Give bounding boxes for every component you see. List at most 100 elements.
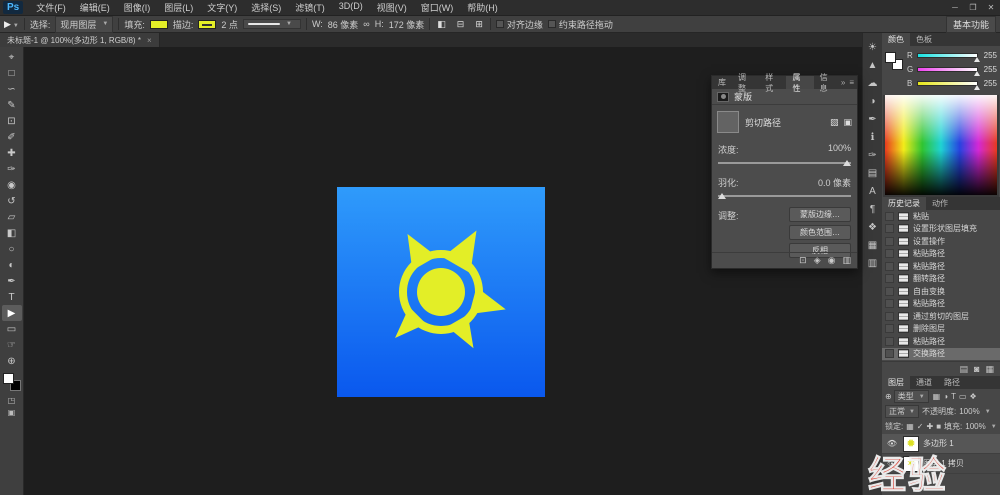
add-vector-mask-button[interactable]: ▣: [843, 117, 852, 128]
stroke-swatch[interactable]: [198, 20, 216, 29]
history-source-checkbox[interactable]: [885, 312, 894, 321]
restore-button[interactable]: ❐: [964, 2, 982, 13]
foreground-proxy-swatch[interactable]: [885, 52, 896, 63]
brush-tool[interactable]: ✑: [2, 161, 22, 177]
menu-select[interactable]: 选择(S): [244, 0, 288, 15]
history-source-checkbox[interactable]: [885, 324, 894, 333]
history-source-checkbox[interactable]: [885, 212, 894, 221]
history-source-checkbox[interactable]: [885, 249, 894, 258]
layer-filter-search-icon[interactable]: ⊕: [885, 392, 892, 401]
mask-edge-button[interactable]: 蒙版边缘…: [789, 207, 851, 222]
lock-all-icon[interactable]: ■: [936, 422, 941, 431]
new-doc-from-state-button[interactable]: ▤: [960, 364, 969, 375]
constrain-path-checkbox[interactable]: 约束路径拖动: [548, 18, 613, 31]
feather-value[interactable]: 0.0 像素: [818, 176, 851, 189]
density-slider[interactable]: 浓度: 100%: [712, 139, 857, 164]
history-state-row[interactable]: 粘贴: [882, 210, 1000, 223]
color-range-button[interactable]: 颜色范围…: [789, 225, 851, 240]
history-state-row[interactable]: 粘贴路径: [882, 298, 1000, 311]
tab-library[interactable]: 库: [712, 76, 732, 89]
close-button[interactable]: ✕: [982, 2, 1000, 13]
blend-mode-dropdown[interactable]: 正常▼: [885, 405, 919, 418]
menu-filter[interactable]: 滤镜(T): [288, 0, 332, 15]
color-channel-slider[interactable]: B 255: [907, 78, 997, 89]
feather-slider[interactable]: 羽化: 0.0 像素: [712, 172, 857, 197]
collapse-panel-icon[interactable]: »: [841, 78, 845, 87]
brush-settings-panel-icon[interactable]: ✑: [864, 147, 882, 164]
crop-tool[interactable]: ⊡: [2, 113, 22, 129]
opacity-value[interactable]: 100%: [959, 407, 979, 416]
select-mode-dropdown[interactable]: 现用图层▼: [55, 16, 113, 33]
history-state-row[interactable]: 粘贴路径: [882, 260, 1000, 273]
tab-paths[interactable]: 路径: [938, 376, 966, 389]
path-selection-tool[interactable]: ▶: [2, 305, 22, 321]
libraries-panel-icon[interactable]: ☁: [864, 75, 882, 92]
width-value[interactable]: 86 像素: [328, 18, 359, 31]
tab-actions[interactable]: 动作: [926, 197, 954, 210]
history-state-row[interactable]: 通过剪切的图层: [882, 310, 1000, 323]
filter-type-icon[interactable]: T: [951, 392, 956, 401]
filter-pixel-icon[interactable]: ▦: [933, 392, 941, 401]
channels-panel-icon[interactable]: ◑: [864, 93, 882, 110]
type-tool[interactable]: T: [2, 289, 22, 305]
history-source-checkbox[interactable]: [885, 349, 894, 358]
lasso-tool[interactable]: ∽: [2, 81, 22, 97]
path-alignment-button[interactable]: ⊟: [455, 19, 467, 30]
gradient-tool[interactable]: ◧: [2, 225, 22, 241]
fill-opacity-value[interactable]: 100%: [965, 422, 985, 431]
mask-visibility-button[interactable]: ◉: [828, 255, 836, 266]
history-source-checkbox[interactable]: [885, 299, 894, 308]
tab-channels[interactable]: 通道: [910, 376, 938, 389]
filter-smartobject-icon[interactable]: ❖: [970, 392, 977, 401]
tab-swatches[interactable]: 色板: [910, 33, 938, 46]
tab-color[interactable]: 颜色: [882, 33, 910, 46]
lock-transparency-icon[interactable]: ▦: [906, 422, 914, 431]
tab-info[interactable]: 信息: [814, 76, 841, 89]
history-state-row[interactable]: 粘贴路径: [882, 248, 1000, 261]
document-tab[interactable]: 未标题-1 @ 100%(多边形 1, RGB/8) * ×: [0, 33, 160, 47]
shape-tool[interactable]: ▭: [2, 321, 22, 337]
tab-properties[interactable]: 属性: [786, 76, 813, 89]
menu-image[interactable]: 图像(I): [117, 0, 158, 15]
history-state-row[interactable]: 删除图层: [882, 323, 1000, 336]
clone-source-panel-icon[interactable]: ▤: [864, 165, 882, 182]
tab-styles[interactable]: 样式: [759, 76, 786, 89]
history-state-row[interactable]: 设置形状图层填充: [882, 223, 1000, 236]
menu-3d[interactable]: 3D(D): [332, 0, 370, 15]
color-panel-swatches[interactable]: [885, 52, 903, 70]
history-source-checkbox[interactable]: [885, 287, 894, 296]
history-source-checkbox[interactable]: [885, 262, 894, 271]
history-source-checkbox[interactable]: [885, 337, 894, 346]
lock-position-icon[interactable]: ✚: [927, 422, 934, 431]
tool-preset-icon[interactable]: ▶▼: [4, 19, 19, 30]
paragraph-panel-icon[interactable]: ¶: [864, 201, 882, 218]
clone-stamp-tool[interactable]: ◉: [2, 177, 22, 193]
apply-mask-button[interactable]: ◈: [814, 255, 821, 266]
blur-tool[interactable]: ○: [2, 241, 22, 257]
history-state-row[interactable]: 自由变换: [882, 285, 1000, 298]
history-state-row[interactable]: 设置操作: [882, 235, 1000, 248]
eraser-tool[interactable]: ▱: [2, 209, 22, 225]
history-brush-tool[interactable]: ↺: [2, 193, 22, 209]
marquee-tool[interactable]: □: [2, 65, 22, 81]
tab-layers[interactable]: 图层: [882, 376, 910, 389]
menu-view[interactable]: 视图(V): [370, 0, 414, 15]
quick-mask-button[interactable]: ◳: [2, 394, 22, 406]
color-channel-slider[interactable]: R 255: [907, 50, 997, 61]
density-value[interactable]: 100%: [828, 143, 851, 156]
align-edges-checkbox[interactable]: 对齐边缘: [496, 18, 543, 31]
info-panel-icon[interactable]: ℹ: [864, 129, 882, 146]
menu-file[interactable]: 文件(F): [29, 0, 73, 15]
history-state-row[interactable]: 粘贴路径: [882, 335, 1000, 348]
stroke-type-dropdown[interactable]: ▼: [243, 19, 301, 29]
delete-mask-button[interactable]: ▥: [842, 255, 851, 266]
screen-mode-button[interactable]: ▣: [2, 406, 22, 418]
foreground-color-swatch[interactable]: [3, 373, 14, 384]
menu-window[interactable]: 窗口(W): [414, 0, 461, 15]
healing-brush-tool[interactable]: ✚: [2, 145, 22, 161]
history-source-checkbox[interactable]: [885, 274, 894, 283]
delete-state-button[interactable]: ▦: [985, 364, 994, 375]
lock-pixels-icon[interactable]: ✓: [917, 422, 924, 431]
history-state-row[interactable]: 翻转路径: [882, 273, 1000, 286]
menu-help[interactable]: 帮助(H): [460, 0, 505, 15]
